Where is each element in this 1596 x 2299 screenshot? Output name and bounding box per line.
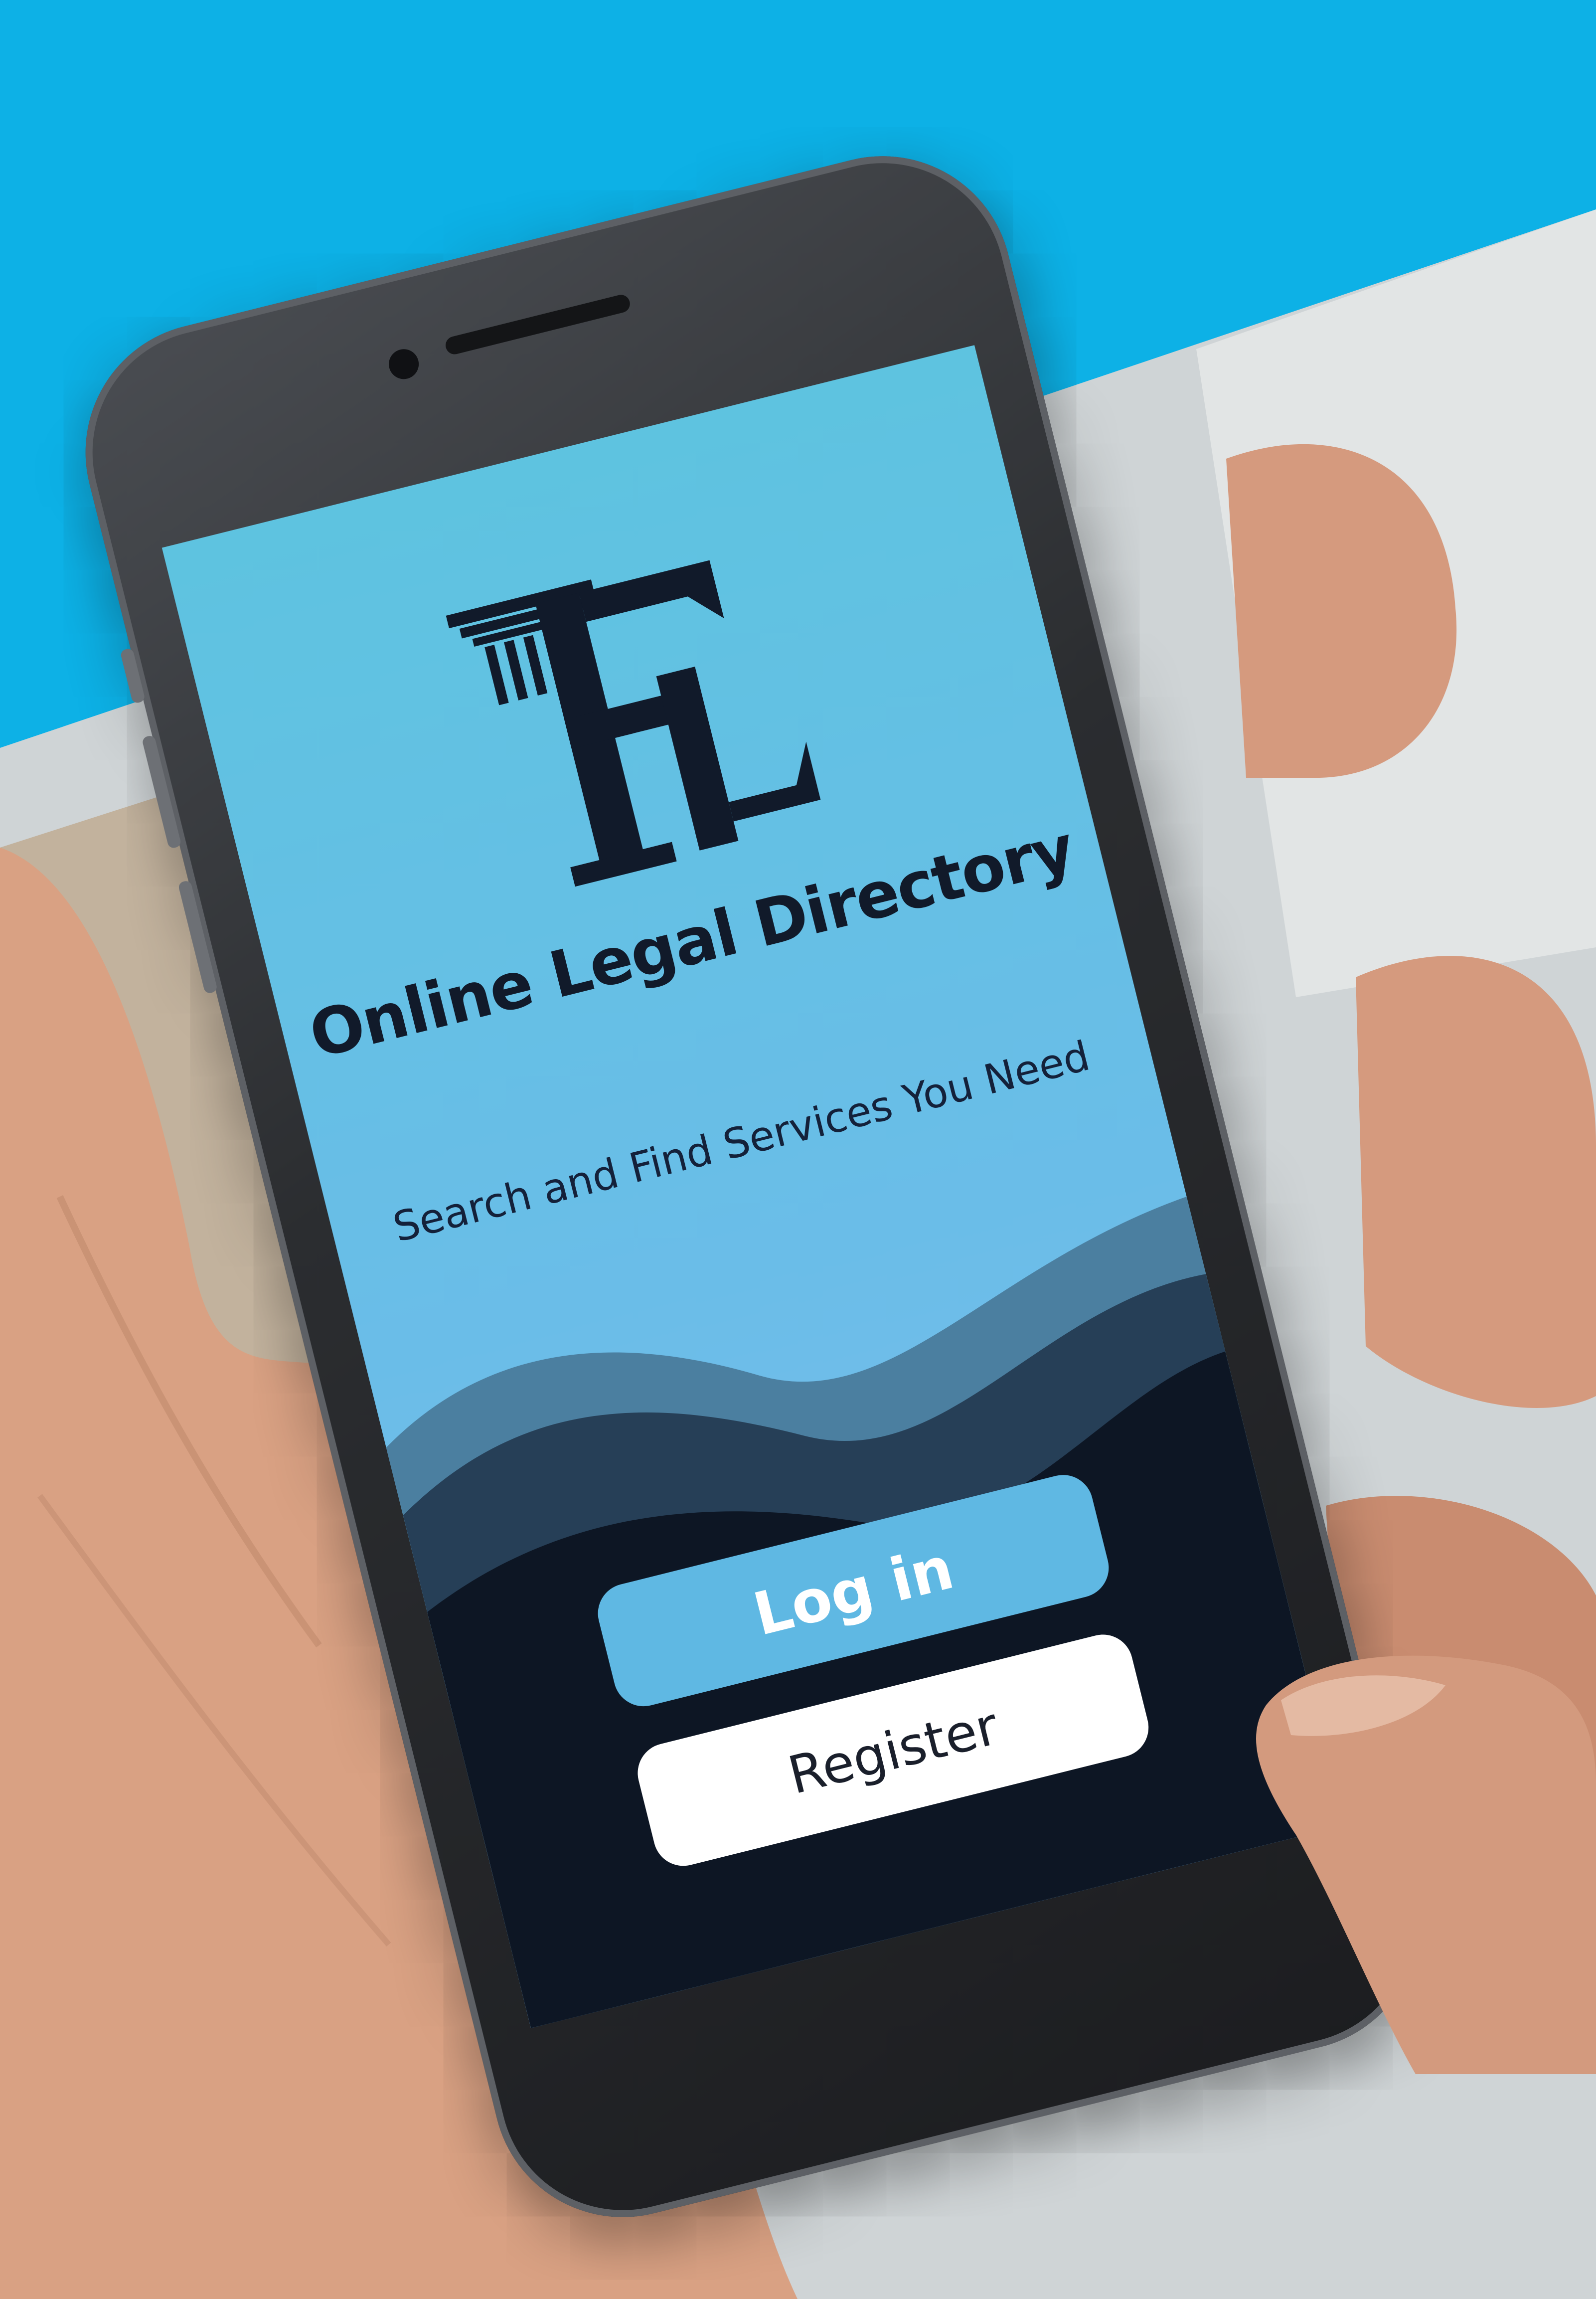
- right-thumb: [1256, 1655, 1596, 2074]
- earpiece-speaker: [444, 293, 632, 356]
- front-camera: [385, 346, 422, 382]
- column-monogram-logo-icon: [446, 560, 821, 887]
- photo-scene: Online Legal Directory Search and Find S…: [0, 0, 1596, 2299]
